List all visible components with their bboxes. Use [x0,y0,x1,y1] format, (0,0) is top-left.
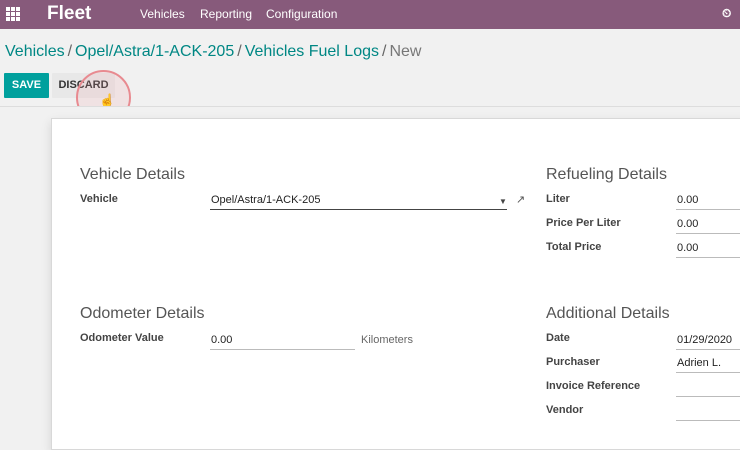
vendor-field[interactable] [676,402,740,421]
menu-reporting[interactable]: Reporting [200,7,252,21]
breadcrumb-vehicle-record[interactable]: Opel/Astra/1-ACK-205 [75,43,234,60]
vehicle-details-title: Vehicle Details [80,166,185,183]
top-navbar: Fleet Vehicles Reporting Configuration ⏲ [0,0,740,29]
menu-configuration[interactable]: Configuration [266,7,337,21]
price-per-liter-field[interactable]: 0.00 [676,215,740,234]
external-link-icon[interactable]: ↗ [516,193,525,206]
total-price-field[interactable]: 0.00 [676,239,740,258]
additional-details-title: Additional Details [546,305,670,322]
total-price-label: Total Price [546,241,602,253]
odometer-details-title: Odometer Details [80,305,205,322]
vehicle-field[interactable]: Opel/Astra/1-ACK-205 [210,191,507,210]
breadcrumb-separator: / [382,43,387,60]
purchaser-field[interactable]: Adrien L. [676,354,740,373]
vendor-label: Vendor [546,404,584,416]
clock-icon[interactable]: ⏲ [722,6,731,21]
invoice-reference-field[interactable] [676,378,740,397]
date-label: Date [546,332,570,344]
breadcrumb-current: New [389,43,422,60]
menu-vehicles[interactable]: Vehicles [140,7,185,21]
breadcrumb-separator: / [67,43,73,60]
refueling-details-title: Refueling Details [546,166,667,183]
chevron-down-icon[interactable]: ▼ [499,197,507,206]
date-field[interactable]: 01/29/2020 [676,331,740,350]
save-button[interactable]: SAVE [4,73,49,98]
purchaser-label: Purchaser [546,356,600,368]
odometer-field[interactable]: 0.00 [210,331,355,350]
breadcrumb-vehicles[interactable]: Vehicles [5,43,65,60]
liter-label: Liter [546,193,570,205]
breadcrumb-separator: / [237,43,242,60]
app-brand: Fleet [47,3,92,24]
odometer-unit: Kilometers [361,334,413,346]
breadcrumb-fuel-logs[interactable]: Vehicles Fuel Logs [245,43,379,60]
liter-field[interactable]: 0.00 [676,191,740,210]
price-per-liter-label: Price Per Liter [546,217,621,229]
breadcrumb: Vehicles / Opel/Astra/1-ACK-205/Vehicles F… [5,43,421,61]
vehicle-label: Vehicle [80,193,118,205]
invoice-reference-label: Invoice Reference [546,380,641,392]
odometer-label: Odometer Value [80,332,164,344]
apps-grid-icon[interactable] [6,7,20,21]
